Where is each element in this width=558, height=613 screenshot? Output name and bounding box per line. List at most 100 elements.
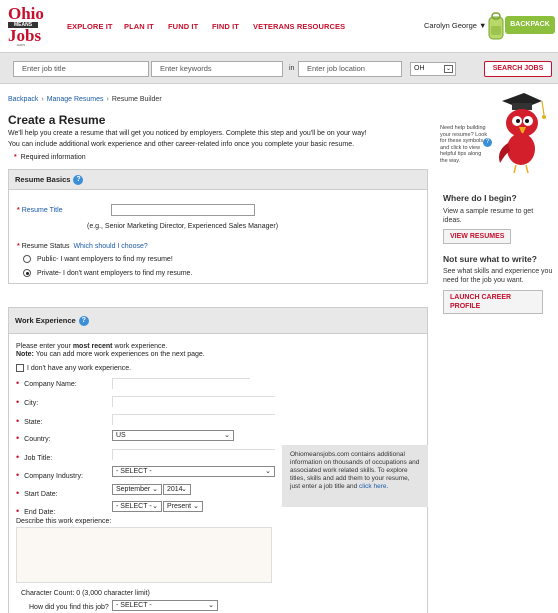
in-label: in (289, 65, 295, 72)
no-experience-label: I don't have any work experience. (27, 364, 132, 372)
start-year-select[interactable]: 2014 ⌄ (163, 484, 191, 495)
public-option-label: Public- I want employers to find my resu… (37, 255, 173, 263)
start-date-text: Start Date: (24, 491, 58, 498)
resume-status-text: Resume Status (21, 243, 70, 250)
job-location-input[interactable]: Enter job location (298, 61, 402, 77)
work-note-text: You can add more work experiences on the… (33, 351, 205, 358)
required-dot: • (16, 433, 20, 443)
required-dot: • (16, 470, 20, 480)
backpack-icon[interactable] (486, 11, 506, 41)
search-jobs-button[interactable]: SEARCH JOBS (484, 61, 552, 77)
page-intro: We'll help you create a resume that will… (8, 128, 428, 150)
not-sure-heading: Not sure what to write? (443, 254, 537, 264)
help-icon[interactable]: ? (78, 316, 89, 327)
chevron-down-icon: ⌄ (208, 602, 214, 609)
click-here-link[interactable]: click here. (359, 483, 388, 490)
launch-career-profile-button[interactable]: LAUNCH CAREER PROFILE (443, 290, 543, 314)
industry-select[interactable]: - SELECT - ⌄ (112, 466, 275, 477)
end-month-value: - SELECT - (116, 503, 152, 510)
chevron-down-icon: ⌄ (224, 432, 230, 439)
work-intro: Please enter your most recent work exper… (16, 343, 167, 350)
user-menu[interactable]: Carolyn George ▼ (424, 21, 486, 30)
not-sure-text: See what skills and experience you need … (443, 268, 553, 284)
required-note-text: Required information (20, 154, 86, 161)
how-found-select[interactable]: - SELECT - ⌄ (112, 600, 218, 611)
country-text: Country: (24, 436, 51, 443)
nav-plan-it[interactable]: PLAN IT (124, 22, 154, 31)
intro-line-2: You can include additional work experien… (8, 141, 355, 148)
chevron-down-icon: ⌄ (152, 486, 158, 493)
required-dot: • (16, 488, 20, 498)
company-name-input[interactable] (112, 378, 250, 389)
intro-line-1: We'll help you create a resume that will… (8, 130, 367, 137)
required-dot: • (16, 378, 20, 388)
resume-title-label: * Resume Title (17, 207, 63, 214)
view-resumes-button[interactable]: VIEW RESUMES (443, 229, 512, 244)
breadcrumb-backpack[interactable]: Backpack (8, 96, 38, 103)
required-dot: • (16, 506, 20, 516)
resume-basics-header: Resume Basics? (9, 170, 427, 190)
work-note-bold: Note: (16, 351, 34, 358)
backpack-button[interactable]: BACKPACK (505, 16, 555, 34)
no-experience-checkbox[interactable] (16, 364, 24, 372)
help-icon[interactable]: ? (73, 175, 84, 186)
state-select[interactable]: OH ⌄ (410, 62, 456, 76)
where-do-i-begin-heading: Where do I begin? (443, 193, 517, 203)
state-text: State: (24, 419, 43, 426)
chevron-down-icon: ⌄ (152, 503, 158, 510)
which-should-i-choose-link[interactable]: Which should I choose? (73, 243, 147, 250)
resume-title-example: (e.g., Senior Marketing Director, Experi… (87, 223, 279, 230)
required-dot: • (16, 452, 20, 462)
end-month-select[interactable]: - SELECT - ⌄ (112, 501, 162, 512)
no-experience-option[interactable]: I don't have any work experience. (16, 364, 131, 372)
city-text: City: (24, 400, 39, 407)
nav-veterans-resources[interactable]: VETERANS RESOURCES (253, 22, 345, 31)
end-year-value: Present (167, 503, 192, 510)
chevron-down-icon: ⌄ (444, 65, 453, 73)
chevron-down-icon: ⌄ (265, 468, 271, 475)
start-month-select[interactable]: September ⌄ (112, 484, 162, 495)
required-dot: • (16, 397, 20, 407)
state-input[interactable] (112, 414, 275, 425)
required-star: * (14, 154, 17, 161)
private-option-label: Private- I don't want employers to find … (37, 269, 193, 277)
work-note: Note: You can add more work experiences … (16, 351, 205, 358)
end-date-label: • End Date: (16, 506, 55, 516)
work-intro-pre: Please enter your (16, 343, 73, 350)
required-note: * Required information (14, 154, 86, 161)
job-title-tip-box: Ohiomeansjobs.com contains additional in… (282, 445, 428, 507)
help-tip: Need help building your resume? Look for… (440, 125, 492, 164)
city-input[interactable] (112, 396, 275, 407)
breadcrumb-separator: › (106, 96, 109, 103)
country-select[interactable]: US ⌄ (112, 430, 234, 441)
company-name-label: • Company Name: (16, 378, 77, 388)
keywords-input[interactable]: Enter keywords (151, 61, 283, 77)
nav-explore-it[interactable]: EXPLORE IT (67, 22, 113, 31)
end-year-select[interactable]: Present ⌄ (163, 501, 203, 512)
work-intro-post: work experience. (112, 343, 168, 350)
nav-find-it[interactable]: FIND IT (212, 22, 239, 31)
resume-basics-panel: Resume Basics? * Resume Title (e.g., Sen… (8, 169, 428, 284)
site-header: Ohio MEANS Jobs .com EXPLORE IT PLAN IT … (0, 0, 558, 50)
job-title-field[interactable] (112, 449, 275, 460)
cardinal-mascot-icon (499, 93, 546, 174)
job-title-text: Job Title: (24, 455, 53, 462)
breadcrumb-manage-resumes[interactable]: Manage Resumes (47, 96, 104, 103)
country-label: • Country: (16, 433, 51, 443)
job-title-input[interactable]: Enter job title (13, 61, 149, 77)
industry-label: • Company Industry: (16, 470, 83, 480)
job-search-bar: Enter job title Enter keywords in Enter … (0, 52, 558, 84)
nav-fund-it[interactable]: FUND IT (168, 22, 198, 31)
private-radio[interactable] (23, 269, 31, 277)
public-radio[interactable] (23, 255, 31, 263)
how-found-label: How did you find this job? (29, 604, 109, 611)
resume-title-link[interactable]: Resume Title (22, 207, 63, 214)
ohiomeansjobs-logo[interactable]: Ohio MEANS Jobs .com (8, 5, 48, 47)
resume-title-input[interactable] (111, 204, 255, 216)
tip-text: Ohiomeansjobs.com contains additional in… (290, 451, 420, 490)
launch-line-2: PROFILE (450, 303, 481, 310)
describe-textarea[interactable] (16, 527, 272, 583)
private-option[interactable]: Private- I don't want employers to find … (23, 269, 192, 277)
start-month-value: September (116, 486, 151, 493)
public-option[interactable]: Public- I want employers to find my resu… (23, 255, 173, 263)
